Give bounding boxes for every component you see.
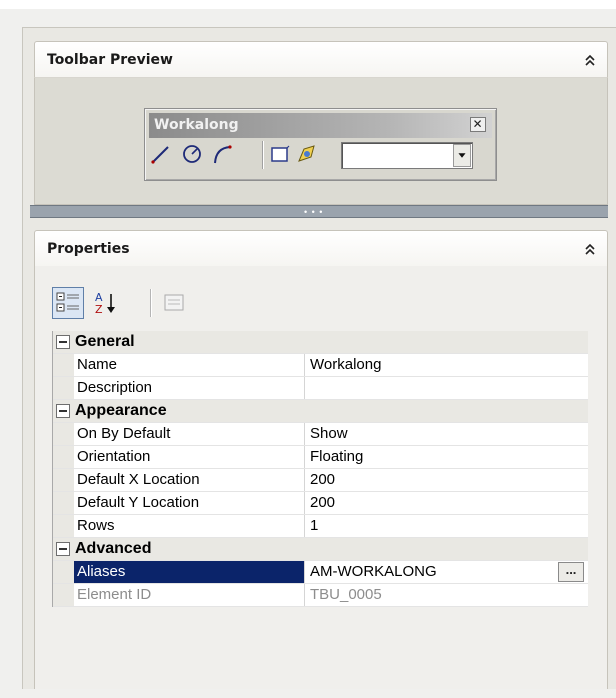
category-appearance[interactable]: Appearance (53, 400, 588, 423)
property-value[interactable]: 200 (307, 492, 589, 514)
alphabetical-icon: A Z (95, 291, 115, 316)
toolbar-window-title: Workalong (154, 117, 239, 133)
property-value[interactable] (307, 377, 589, 399)
arc-icon[interactable] (211, 143, 233, 165)
splitter-grip-icon: • • • (304, 207, 324, 217)
collapse-chevron-icon[interactable] (583, 54, 597, 68)
property-name: Default X Location (74, 469, 305, 491)
toolbar-separator (262, 141, 264, 169)
property-pages-button[interactable] (158, 287, 190, 319)
collapse-icon[interactable] (56, 335, 70, 349)
rectangle-icon[interactable] (269, 143, 291, 165)
property-value: TBU_0005 (310, 586, 382, 603)
category-label: Advanced (75, 540, 152, 557)
collapse-icon[interactable] (56, 404, 70, 418)
row-gutter (53, 377, 74, 399)
toolbar-preview-body: Workalong (34, 77, 608, 205)
property-name: Aliases (74, 561, 305, 583)
alphabetical-button[interactable]: A Z (90, 287, 122, 319)
category-advanced[interactable]: Advanced (53, 538, 588, 561)
row-gutter (53, 515, 74, 537)
property-grid: General Name Workalong Description Appea… (52, 331, 588, 607)
collapse-icon[interactable] (56, 542, 70, 556)
category-label: Appearance (75, 402, 167, 419)
categorized-icon (56, 292, 79, 312)
property-row-element-id[interactable]: Element ID TBU_0005 (53, 584, 588, 607)
property-value[interactable]: Floating (307, 446, 589, 468)
top-strip (0, 0, 616, 9)
property-name: Description (74, 377, 305, 399)
property-pages-icon (164, 294, 184, 311)
close-icon[interactable] (470, 117, 486, 132)
property-value[interactable]: 1 (307, 515, 589, 537)
property-row-orientation[interactable]: Orientation Floating (53, 446, 588, 469)
property-name: Orientation (74, 446, 305, 468)
toolbar-window-titlebar[interactable]: Workalong (149, 113, 492, 138)
panel-splitter[interactable]: • • • (30, 205, 608, 218)
row-gutter (53, 469, 74, 491)
property-row-rows[interactable]: Rows 1 (53, 515, 588, 538)
property-row-default-x-location[interactable]: Default X Location 200 (53, 469, 588, 492)
property-name: On By Default (74, 423, 305, 445)
property-row-description[interactable]: Description (53, 377, 588, 400)
circle-icon[interactable] (181, 143, 203, 165)
property-name: Name (74, 354, 305, 376)
toolbar-preview-window: Workalong (144, 108, 497, 181)
property-name: Default Y Location (74, 492, 305, 514)
property-value[interactable]: Show (307, 423, 589, 445)
row-gutter (53, 584, 74, 606)
svg-text:Z: Z (95, 303, 103, 316)
row-gutter (53, 446, 74, 468)
feature-icon[interactable] (295, 143, 317, 165)
property-row-name[interactable]: Name Workalong (53, 354, 588, 377)
toolbar-combo[interactable] (341, 142, 473, 169)
property-name: Element ID (74, 584, 305, 606)
property-row-on-by-default[interactable]: On By Default Show (53, 423, 588, 446)
row-gutter (53, 561, 74, 583)
row-gutter (53, 423, 74, 445)
category-general[interactable]: General (53, 331, 588, 354)
line-icon[interactable] (150, 143, 172, 165)
category-label: General (75, 333, 135, 350)
properties-header[interactable]: Properties (34, 230, 608, 266)
toolbar-preview-title: Toolbar Preview (47, 52, 173, 68)
categorized-button[interactable] (52, 287, 84, 319)
property-value[interactable]: 200 (307, 469, 589, 491)
property-row-default-y-location[interactable]: Default Y Location 200 (53, 492, 588, 515)
property-row-aliases[interactable]: Aliases AM-WORKALONG ... (53, 561, 588, 584)
row-gutter (53, 492, 74, 514)
property-name: Rows (74, 515, 305, 537)
toolbar-preview-header[interactable]: Toolbar Preview (34, 41, 608, 77)
properties-title: Properties (47, 241, 130, 257)
property-value[interactable]: Workalong (307, 354, 589, 376)
property-value[interactable]: AM-WORKALONG (307, 561, 589, 583)
toolbar-separator (150, 289, 152, 317)
chevron-down-icon[interactable] (453, 144, 471, 167)
row-gutter (53, 354, 74, 376)
browse-button[interactable]: ... (558, 562, 584, 582)
collapse-chevron-icon[interactable] (583, 243, 597, 257)
properties-toolbar: A Z (52, 287, 192, 321)
